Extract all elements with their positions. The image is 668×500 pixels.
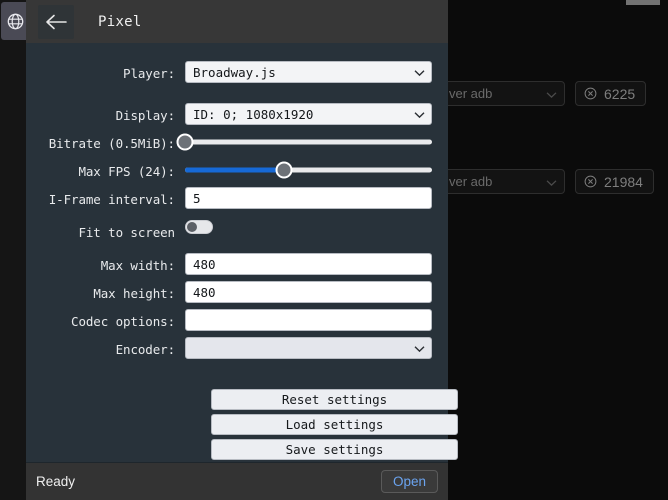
fit-to-screen-toggle[interactable]: [185, 220, 213, 234]
open-button[interactable]: Open: [381, 470, 438, 494]
screen: ver adb 6225 ver adb: [0, 0, 668, 500]
encoder-control: [185, 337, 432, 361]
bitrate-label: Bitrate (0.5MiB):: [26, 136, 185, 151]
maxfps-label: Max FPS (24):: [26, 164, 185, 179]
form-row-maxheight: Max height: 480: [26, 281, 448, 305]
window-control-strip: [626, 0, 660, 5]
page-title: Pixel: [98, 14, 142, 30]
background-port-badge[interactable]: 6225: [575, 81, 646, 106]
iframe-value: 5: [193, 191, 201, 206]
display-value: ID: 0; 1080x1920: [193, 107, 313, 122]
chevron-down-icon: [414, 107, 425, 122]
maxwidth-input[interactable]: 480: [185, 253, 432, 275]
bitrate-control: [185, 131, 432, 155]
maxwidth-control: 480: [185, 253, 432, 277]
form-row-iframe: I-Frame interval: 5: [26, 187, 448, 211]
background-connection-select[interactable]: ver adb: [440, 81, 565, 106]
slider-thumb[interactable]: [177, 134, 194, 151]
reset-settings-button[interactable]: Reset settings: [211, 389, 458, 410]
player-label: Player:: [26, 66, 185, 81]
iframe-control: 5: [185, 187, 432, 211]
maxheight-control: 480: [185, 281, 432, 305]
codec-options-input[interactable]: [185, 309, 432, 331]
bitrate-slider[interactable]: [185, 131, 432, 153]
fit-label: Fit to screen: [26, 225, 185, 240]
circle-x-icon: [584, 87, 597, 100]
codec-label: Codec options:: [26, 314, 185, 329]
maxheight-label: Max height:: [26, 286, 185, 301]
chevron-down-icon: [546, 86, 557, 101]
back-button[interactable]: [38, 5, 74, 39]
iframe-input[interactable]: 5: [185, 187, 432, 209]
maxfps-control: [185, 159, 432, 183]
background-connection-label: ver adb: [449, 174, 492, 189]
arrow-left-icon: [45, 14, 67, 30]
form-row-bitrate: Bitrate (0.5MiB):: [26, 131, 448, 155]
slider-fill: [185, 168, 284, 173]
display-control: ID: 0; 1080x1920: [185, 103, 432, 127]
circle-x-icon: [584, 175, 597, 188]
player-control: Broadway.js: [185, 61, 432, 85]
encoder-select[interactable]: [185, 337, 432, 359]
display-select[interactable]: ID: 0; 1080x1920: [185, 103, 432, 125]
dialog-body: Player: Broadway.js Display:: [26, 43, 448, 462]
background-port-value: 21984: [604, 174, 643, 190]
iframe-label: I-Frame interval:: [26, 192, 185, 207]
status-text: Ready: [36, 474, 381, 489]
background-connection-select[interactable]: ver adb: [440, 169, 565, 194]
form-row-player: Player: Broadway.js: [26, 61, 448, 85]
background-port-badge[interactable]: 21984: [575, 169, 654, 194]
slider-thumb[interactable]: [275, 162, 292, 179]
dialog-titlebar: Pixel: [26, 0, 448, 43]
rail-tab-browser[interactable]: [1, 2, 29, 40]
background-row: ver adb 21984: [440, 169, 654, 194]
toggle-knob: [187, 222, 197, 232]
player-select[interactable]: Broadway.js: [185, 61, 432, 83]
background-connection-label: ver adb: [449, 86, 492, 101]
settings-buttons: Reset settings Load settings Save settin…: [211, 389, 458, 464]
settings-form: Player: Broadway.js Display:: [26, 43, 448, 365]
codec-control: [185, 309, 432, 333]
load-settings-button[interactable]: Load settings: [211, 414, 458, 435]
status-bar: Ready Open: [26, 462, 448, 500]
left-rail: [0, 0, 26, 500]
maxwidth-label: Max width:: [26, 258, 185, 273]
form-row-encoder: Encoder:: [26, 337, 448, 361]
maxheight-value: 480: [193, 285, 216, 300]
save-settings-button[interactable]: Save settings: [211, 439, 458, 460]
form-row-codec: Codec options:: [26, 309, 448, 333]
settings-dialog: Pixel Player: Broadway.js: [26, 0, 448, 500]
form-row-fit: Fit to screen: [26, 220, 448, 244]
encoder-label: Encoder:: [26, 342, 185, 357]
maxwidth-value: 480: [193, 257, 216, 272]
form-row-maxfps: Max FPS (24):: [26, 159, 448, 183]
form-row-display: Display: ID: 0; 1080x1920: [26, 103, 448, 127]
chevron-down-icon: [546, 174, 557, 189]
fit-control: [185, 220, 432, 244]
globe-icon: [6, 12, 25, 31]
display-label: Display:: [26, 108, 185, 123]
background-port-value: 6225: [604, 86, 635, 102]
slider-track: [185, 140, 432, 145]
maxfps-slider[interactable]: [185, 159, 432, 181]
chevron-down-icon: [414, 65, 425, 80]
chevron-down-icon: [414, 341, 425, 356]
player-value: Broadway.js: [193, 65, 276, 80]
background-row: ver adb 6225: [440, 81, 646, 106]
form-row-maxwidth: Max width: 480: [26, 253, 448, 277]
maxheight-input[interactable]: 480: [185, 281, 432, 303]
